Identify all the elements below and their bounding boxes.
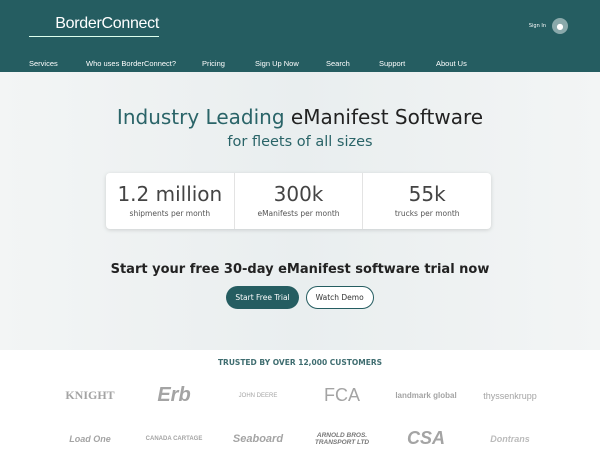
nav-sign-up[interactable]: Sign Up Now xyxy=(255,59,326,68)
logo[interactable]: BorderConnect xyxy=(29,15,159,37)
logo-knight: KNIGHT xyxy=(65,388,115,402)
customers-heading: TRUSTED BY OVER 12,000 CUSTOMERS xyxy=(217,358,383,367)
nav-about[interactable]: About Us xyxy=(436,59,467,68)
nav-search[interactable]: Search xyxy=(326,59,379,68)
logo-landmark-global: landmark global xyxy=(395,391,457,400)
nav-who-uses[interactable]: Who uses BorderConnect? xyxy=(86,59,202,68)
watch-demo-button[interactable]: Watch Demo xyxy=(305,286,374,309)
logo-csa: CSA xyxy=(406,428,445,448)
nav-pricing[interactable]: Pricing xyxy=(202,59,255,68)
hero: Industry Leading eManifest Software for … xyxy=(0,72,600,350)
logo-canada-cartage: CANADA CARTAGE xyxy=(145,435,203,442)
logo-seaboard: Seaboard xyxy=(232,432,284,445)
logo-load-one: Load One xyxy=(69,433,111,444)
nav-services[interactable]: Services xyxy=(29,59,86,68)
main-nav: Services Who uses BorderConnect? Pricing… xyxy=(29,59,467,68)
sign-in-button[interactable]: Sign In ● xyxy=(529,18,568,34)
cta-heading: Start your free 30-day eManifest softwar… xyxy=(110,262,490,277)
sign-in-label: Sign In xyxy=(528,23,546,29)
logo-john-deere: JOHN DEERE xyxy=(238,392,278,399)
customer-logos-row-1: KNIGHT Erb JOHN DEERE FCA landmark globa… xyxy=(50,384,550,407)
logo-thyssenkrupp: thyssenkrupp xyxy=(483,390,537,401)
logo-fca: FCA xyxy=(324,385,360,405)
stat-shipments: 1.2 million shipments per month xyxy=(106,173,235,229)
start-free-trial-button[interactable]: Start Free Trial xyxy=(226,286,299,309)
logo-arnold-bros: ARNOLD BROS. TRANSPORT LTD xyxy=(314,431,370,446)
logo-erb: Erb xyxy=(157,384,191,406)
logo-dontrans: Dontrans xyxy=(490,433,530,444)
header: BorderConnect Sign In ● Services Who use… xyxy=(0,0,600,72)
page-title: Industry Leading eManifest Software xyxy=(116,105,484,129)
stats-card: 1.2 million shipments per month 300k eMani… xyxy=(106,173,491,229)
stat-emanifests: 300k eManifests per month xyxy=(235,173,364,229)
stat-trucks: 55k trucks per month xyxy=(394,182,460,218)
subtitle: for fleets of all sizes xyxy=(227,134,373,150)
nav-support[interactable]: Support xyxy=(379,59,436,68)
customer-logos-row-2: Load One CANADA CARTAGE Seaboard ARNOLD … xyxy=(50,428,550,449)
user-icon[interactable]: ● xyxy=(552,18,568,34)
